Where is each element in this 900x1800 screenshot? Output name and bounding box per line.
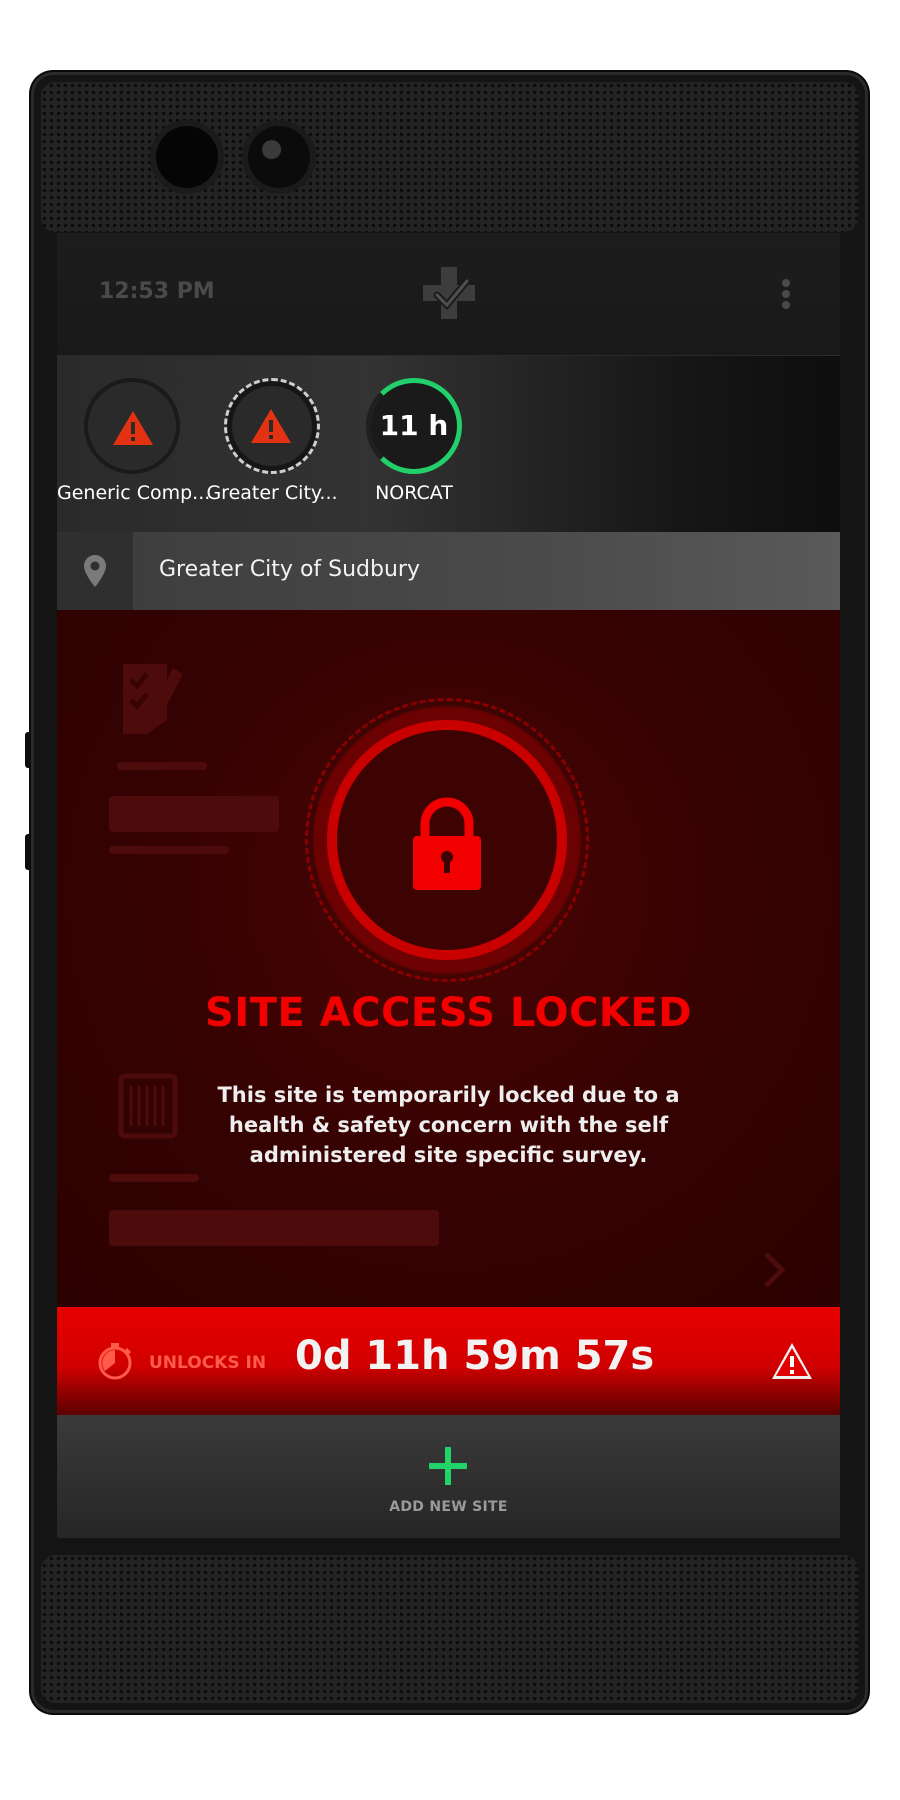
unlock-label: UNLOCKS IN [149,1353,267,1373]
clock: 12:53 PM [99,279,215,304]
warning-icon [251,409,291,443]
site-label: NORCAT [375,482,453,504]
site-label: Greater City... [206,482,338,504]
plus-icon [429,1447,467,1485]
ghost-text-line [109,1174,199,1182]
chevron-right-icon [764,1252,786,1288]
app-header: 12:53 PM [57,233,840,356]
location-bar[interactable]: Greater City of Sudbury [57,532,840,610]
site-timer-ring: 11 h [366,378,462,474]
site-item-greater-city[interactable]: Greater City... [197,378,347,504]
checkin-icon [118,1073,178,1139]
more-vert-icon[interactable] [780,279,792,315]
ghost-heading [109,1210,439,1246]
locked-panel: SITE ACCESS LOCKED This site is temporar… [57,610,840,1307]
unlock-countdown-bar: UNLOCKS IN 0d 11h 59m 57s [57,1307,840,1415]
location-icon-box [57,532,133,610]
warning-icon[interactable] [770,1341,814,1381]
front-camera [156,126,218,188]
site-hours: 11 h [379,409,449,442]
site-status-circle-selected [224,378,320,474]
top-speaker-grille [41,82,858,232]
bottom-speaker-grille [41,1555,858,1703]
countdown-timer: 0d 11h 59m 57s [295,1333,655,1379]
site-status-circle [84,378,180,474]
site-item-norcat[interactable]: 11 h NORCAT [339,378,489,504]
lock-icon [413,797,481,890]
app-screen: 12:53 PM Generic Comp... Greater City...… [57,233,840,1538]
location-name: Greater City of Sudbury [159,557,420,582]
location-pin-icon [84,555,106,587]
ghost-heading [109,796,279,832]
site-carousel: Generic Comp... Greater City... 11 h NOR… [57,356,840,532]
add-new-site-label: ADD NEW SITE [389,1499,508,1515]
volume-button [25,732,31,768]
power-button [25,834,31,870]
app-logo-icon [423,267,475,319]
add-site-button[interactable]: ADD NEW SITE [57,1415,840,1538]
survey-icon [123,664,183,734]
front-camera-lens [248,126,310,188]
site-label: Generic Comp... [57,482,211,504]
site-item-generic[interactable]: Generic Comp... [57,378,211,504]
stopwatch-icon [98,1343,132,1380]
warning-icon [113,411,153,445]
ghost-text-line [109,846,229,854]
locked-title: SITE ACCESS LOCKED [205,990,692,1036]
ghost-text-line [117,762,207,770]
locked-message: This site is temporarily locked due to a… [217,1083,680,1167]
